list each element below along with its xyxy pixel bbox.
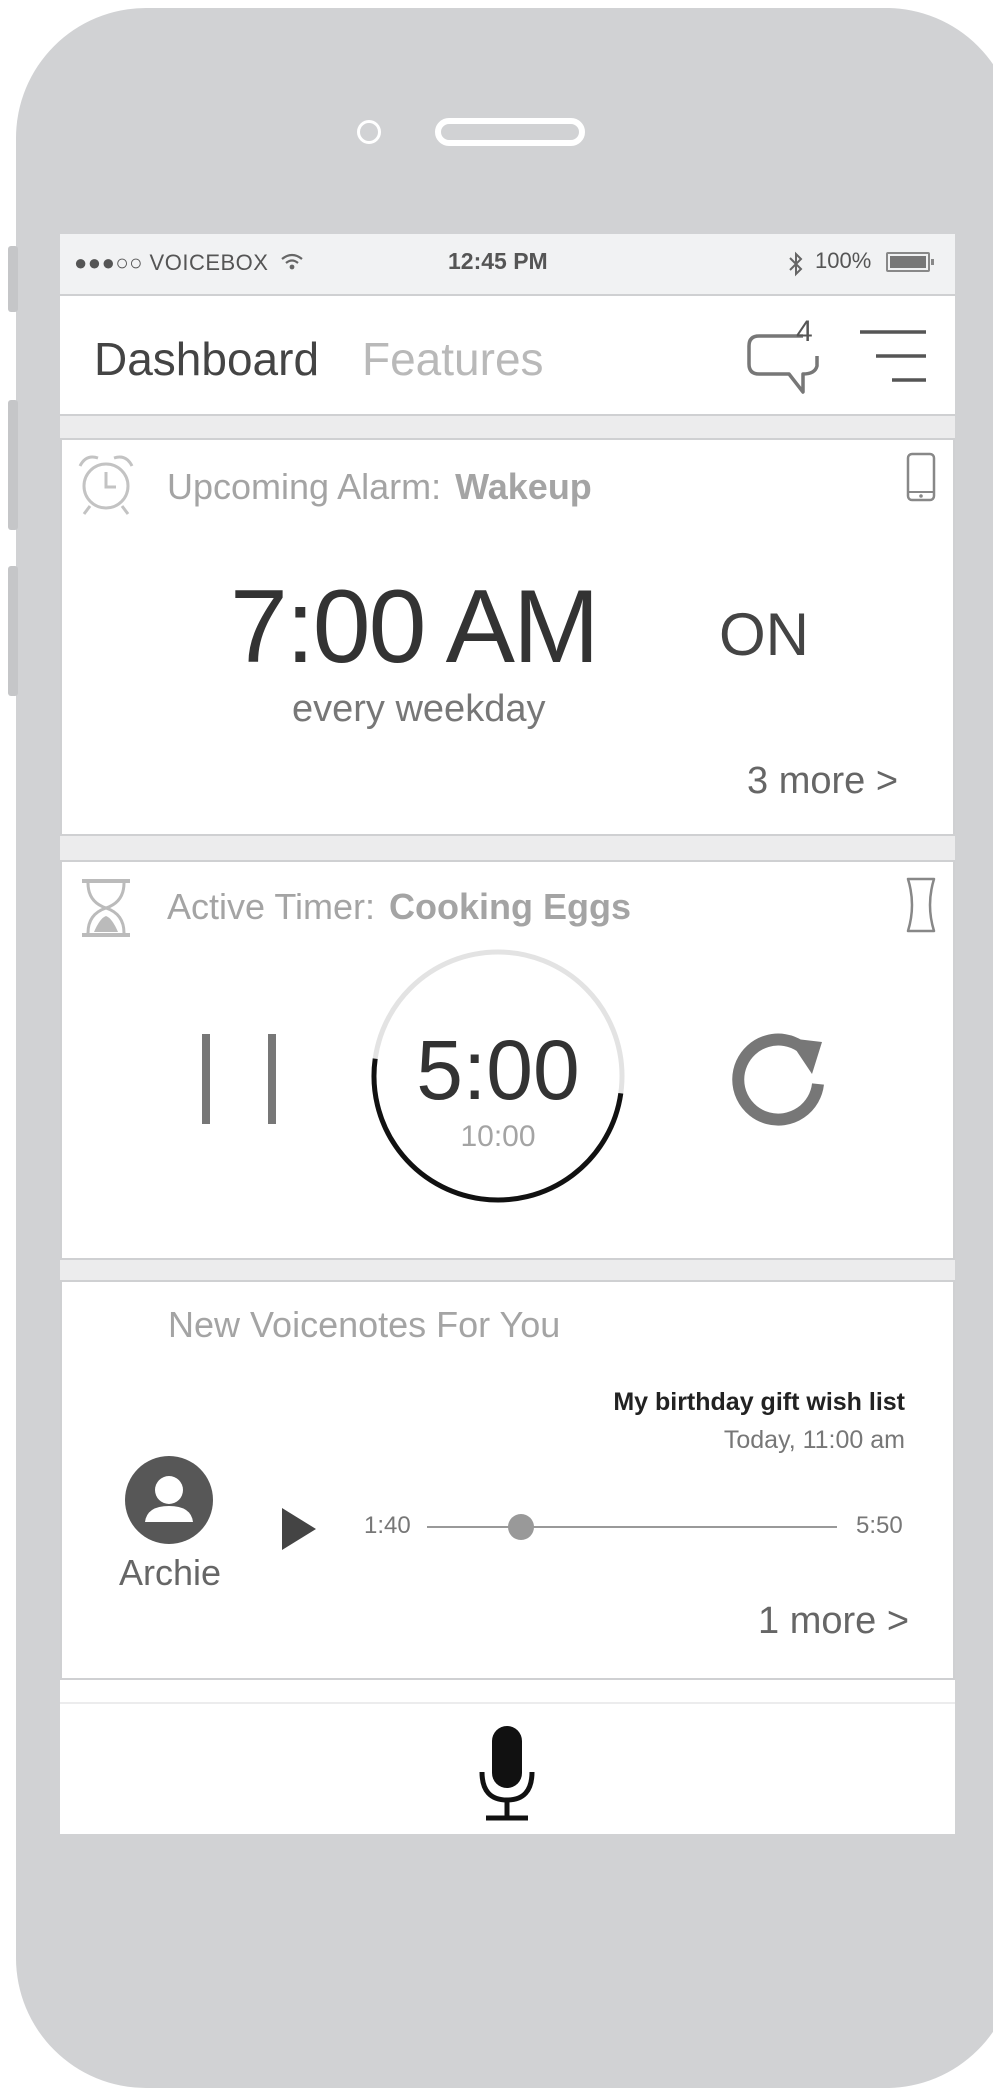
divider <box>60 1260 955 1280</box>
person-icon <box>125 1456 213 1544</box>
bluetooth-icon <box>789 251 803 277</box>
earpiece-speaker <box>435 118 585 146</box>
timer-remaining: 5:00 <box>416 1023 580 1117</box>
volume-up-button <box>8 400 18 530</box>
voicenote-sender: Archie <box>118 1552 222 1593</box>
alarm-heading: Upcoming Alarm: Wakeup <box>167 466 592 508</box>
screen: ●●●○○ VOICEBOX 12:45 PM 100% Dashboard F… <box>60 234 955 1834</box>
microphone-icon[interactable] <box>478 1726 536 1822</box>
cup-icon <box>906 877 936 933</box>
voicenote-duration: 5:50 <box>856 1512 903 1539</box>
timer-heading: Active Timer: Cooking Eggs <box>167 886 631 928</box>
front-camera <box>357 120 381 144</box>
timer-label: Active Timer: <box>167 886 376 927</box>
timer-total: 10:00 <box>460 1120 536 1153</box>
message-count-badge: 4 <box>796 315 813 348</box>
refresh-icon[interactable] <box>730 1030 830 1130</box>
timer-card[interactable]: Active Timer: Cooking Eggs 5:00 10:00 <box>60 860 955 1260</box>
voice-input-bar <box>60 1702 955 1834</box>
voicenote-progress-track[interactable] <box>427 1526 837 1528</box>
alarm-name: Wakeup <box>455 466 592 507</box>
battery-percent: 100% <box>815 248 872 273</box>
alarm-label: Upcoming Alarm: <box>167 466 442 507</box>
pause-icon[interactable] <box>198 1034 280 1124</box>
timer-name: Cooking Eggs <box>389 886 632 927</box>
alarm-clock-icon <box>78 455 134 515</box>
play-icon[interactable] <box>280 1506 318 1552</box>
tab-features[interactable]: Features <box>362 332 544 386</box>
hourglass-icon <box>82 879 130 937</box>
status-time: 12:45 PM <box>448 248 548 274</box>
speech-bubble-icon[interactable] <box>745 320 835 400</box>
hamburger-icon[interactable] <box>858 326 928 386</box>
voicenotes-more-link[interactable]: 1 more > <box>758 1600 909 1643</box>
tab-dashboard[interactable]: Dashboard <box>94 332 319 386</box>
divider <box>60 416 955 438</box>
voicenotes-card: New Voicenotes For You My birthday gift … <box>60 1280 955 1680</box>
voicenotes-heading: New Voicenotes For You <box>168 1304 561 1345</box>
battery-icon <box>886 252 934 272</box>
divider <box>60 836 955 860</box>
mute-switch <box>8 246 18 312</box>
wifi-icon <box>281 253 303 270</box>
carrier-label: ●●●○○ VOICEBOX <box>74 250 305 276</box>
status-bar: ●●●○○ VOICEBOX 12:45 PM 100% <box>60 234 955 296</box>
alarm-card[interactable]: Upcoming Alarm: Wakeup 7:00 AM ON every w… <box>60 438 955 836</box>
voicenote-title: My birthday gift wish list <box>613 1388 905 1416</box>
alarm-repeat: every weekday <box>292 688 546 730</box>
voicenote-progress-knob[interactable] <box>508 1514 535 1540</box>
voicenote-date: Today, 11:00 am <box>723 1426 905 1454</box>
top-nav: Dashboard Features 4 <box>60 298 955 416</box>
alarm-time: 7:00 AM <box>230 569 600 685</box>
alarm-toggle[interactable]: ON <box>719 600 809 669</box>
phone-icon <box>906 452 936 502</box>
alarm-more-link[interactable]: 3 more > <box>747 760 898 803</box>
voicenote-elapsed: 1:40 <box>364 1512 411 1539</box>
volume-down-button <box>8 566 18 696</box>
